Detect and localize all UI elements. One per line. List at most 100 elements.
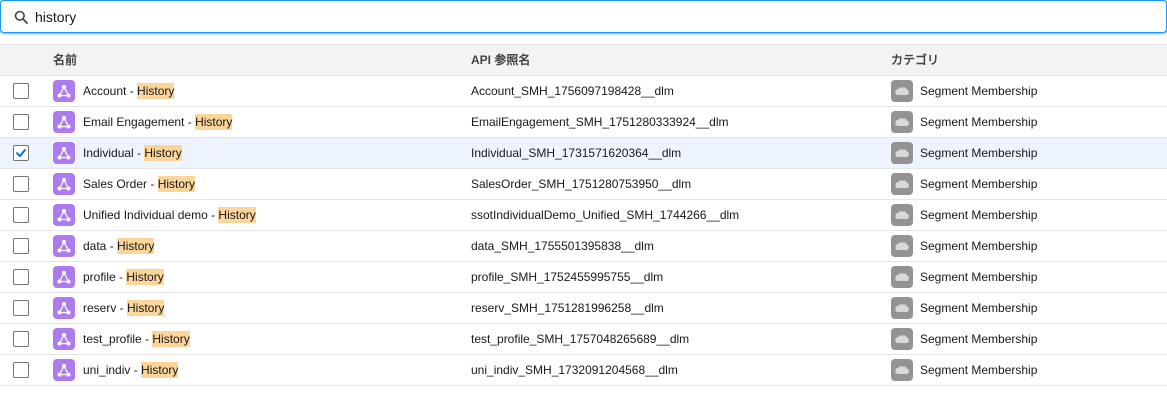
row-category: Segment Membership — [920, 332, 1038, 346]
search-match-highlight: History — [144, 145, 182, 161]
table-row[interactable]: profile - History profile_SMH_17524559957… — [0, 262, 1167, 293]
row-category: Segment Membership — [920, 84, 1038, 98]
row-checkbox[interactable] — [13, 176, 29, 192]
row-api-name: ssotIndividualDemo_Unified_SMH_1744266__… — [471, 208, 740, 222]
row-name[interactable]: Account - History — [83, 76, 175, 106]
table-row[interactable]: Email Engagement - History EmailEngagemen… — [0, 107, 1167, 138]
row-api-name: uni_indiv_SMH_1732091204568__dlm — [471, 363, 678, 377]
table-header: 名前 API 参照名 カテゴリ — [0, 44, 1167, 76]
row-category: Segment Membership — [920, 363, 1038, 377]
data-model-object-icon — [53, 173, 75, 195]
row-name[interactable]: Sales Order - History — [83, 169, 196, 199]
search-match-highlight: History — [157, 176, 196, 192]
segment-membership-icon — [891, 173, 913, 195]
row-checkbox[interactable] — [13, 300, 29, 316]
segment-membership-icon — [891, 142, 913, 164]
search-match-highlight: History — [127, 300, 165, 316]
table-row[interactable]: Account - History Account_SMH_17560971984… — [0, 76, 1167, 107]
row-name[interactable]: uni_indiv - History — [83, 355, 179, 385]
search-match-highlight: History — [141, 362, 179, 378]
segment-membership-icon — [891, 266, 913, 288]
row-name[interactable]: reserv - History — [83, 293, 165, 323]
data-model-object-icon — [53, 111, 75, 133]
data-model-object-icon — [53, 328, 75, 350]
row-name[interactable]: Individual - History — [83, 138, 182, 168]
row-checkbox[interactable] — [13, 114, 29, 130]
segment-membership-icon — [891, 328, 913, 350]
row-name-text: reserv - — [83, 301, 128, 315]
row-checkbox[interactable] — [13, 207, 29, 223]
row-checkbox[interactable] — [13, 269, 29, 285]
row-category: Segment Membership — [920, 177, 1038, 191]
search-match-highlight: History — [152, 331, 190, 347]
row-name[interactable]: data - History — [83, 231, 155, 261]
search-match-highlight: History — [126, 269, 164, 285]
row-checkbox[interactable] — [13, 331, 29, 347]
row-api-name: SalesOrder_SMH_1751280753950__dlm — [471, 177, 692, 191]
row-category: Segment Membership — [920, 208, 1038, 222]
row-api-name: EmailEngagement_SMH_1751280333924__dlm — [471, 115, 729, 129]
row-category: Segment Membership — [920, 301, 1038, 315]
data-model-object-icon — [53, 266, 75, 288]
segment-membership-icon — [891, 235, 913, 257]
row-name[interactable]: test_profile - History — [83, 324, 190, 354]
row-api-name: data_SMH_1755501395838__dlm — [471, 239, 654, 253]
search-input[interactable] — [35, 4, 1135, 30]
row-category: Segment Membership — [920, 270, 1038, 284]
segment-membership-icon — [891, 111, 913, 133]
column-header-category[interactable]: カテゴリ — [891, 45, 939, 76]
search-match-highlight: History — [218, 207, 256, 223]
search-match-highlight: History — [117, 238, 155, 254]
row-name[interactable]: profile - History — [83, 262, 164, 292]
row-checkbox[interactable] — [13, 362, 29, 378]
segment-membership-icon — [891, 80, 913, 102]
data-model-object-icon — [53, 359, 75, 381]
table-row[interactable]: Unified Individual demo - History ssotInd… — [0, 200, 1167, 231]
row-name-text: Account - — [83, 84, 138, 98]
row-checkbox[interactable] — [13, 238, 29, 254]
row-name-text: uni_indiv - — [83, 363, 142, 377]
data-model-object-icon — [53, 142, 75, 164]
row-name-text: Unified Individual demo - — [83, 208, 219, 222]
row-name-text: data - — [83, 239, 118, 253]
row-name-text: Email Engagement - — [83, 115, 196, 129]
data-model-object-icon — [53, 297, 75, 319]
row-name-text: Individual - — [83, 146, 145, 160]
segment-membership-icon — [891, 204, 913, 226]
table-body: Account - History Account_SMH_17560971984… — [0, 76, 1167, 386]
column-header-api-name[interactable]: API 参照名 — [471, 45, 530, 76]
row-name[interactable]: Email Engagement - History — [83, 107, 233, 137]
row-category: Segment Membership — [920, 239, 1038, 253]
search-match-highlight: History — [137, 83, 175, 99]
row-name-text: test_profile - — [83, 332, 153, 346]
row-name-text: Sales Order - — [83, 177, 158, 191]
row-api-name: test_profile_SMH_1757048265689__dlm — [471, 332, 690, 346]
row-api-name: profile_SMH_1752455995755__dlm — [471, 270, 664, 284]
search-match-highlight: History — [195, 114, 233, 130]
row-checkbox[interactable] — [13, 83, 29, 99]
results-table: 名前 API 参照名 カテゴリ Account - History Account… — [0, 44, 1167, 386]
table-row[interactable]: test_profile - History test_profile_SMH_1… — [0, 324, 1167, 355]
row-name-text: profile - — [83, 270, 127, 284]
table-row[interactable]: Individual - History Individual_SMH_17315… — [0, 138, 1167, 169]
checkmark-icon — [16, 149, 26, 157]
row-category: Segment Membership — [920, 146, 1038, 160]
column-header-name[interactable]: 名前 — [53, 45, 77, 76]
row-api-name: reserv_SMH_1751281996258__dlm — [471, 301, 664, 315]
row-api-name: Individual_SMH_1731571620364__dlm — [471, 146, 682, 160]
table-row[interactable]: uni_indiv - History uni_indiv_SMH_1732091… — [0, 355, 1167, 386]
row-name[interactable]: Unified Individual demo - History — [83, 200, 256, 230]
table-row[interactable]: Sales Order - History SalesOrder_SMH_1751… — [0, 169, 1167, 200]
row-api-name: Account_SMH_1756097198428__dlm — [471, 84, 674, 98]
search-box[interactable] — [0, 0, 1167, 33]
table-row[interactable]: reserv - History reserv_SMH_1751281996258… — [0, 293, 1167, 324]
data-model-object-icon — [53, 204, 75, 226]
data-model-object-icon — [53, 235, 75, 257]
row-category: Segment Membership — [920, 115, 1038, 129]
segment-membership-icon — [891, 359, 913, 381]
search-icon — [14, 10, 28, 24]
data-model-object-icon — [53, 80, 75, 102]
segment-membership-icon — [891, 297, 913, 319]
table-row[interactable]: data - History data_SMH_1755501395838__dl… — [0, 231, 1167, 262]
row-checkbox[interactable] — [13, 145, 29, 161]
